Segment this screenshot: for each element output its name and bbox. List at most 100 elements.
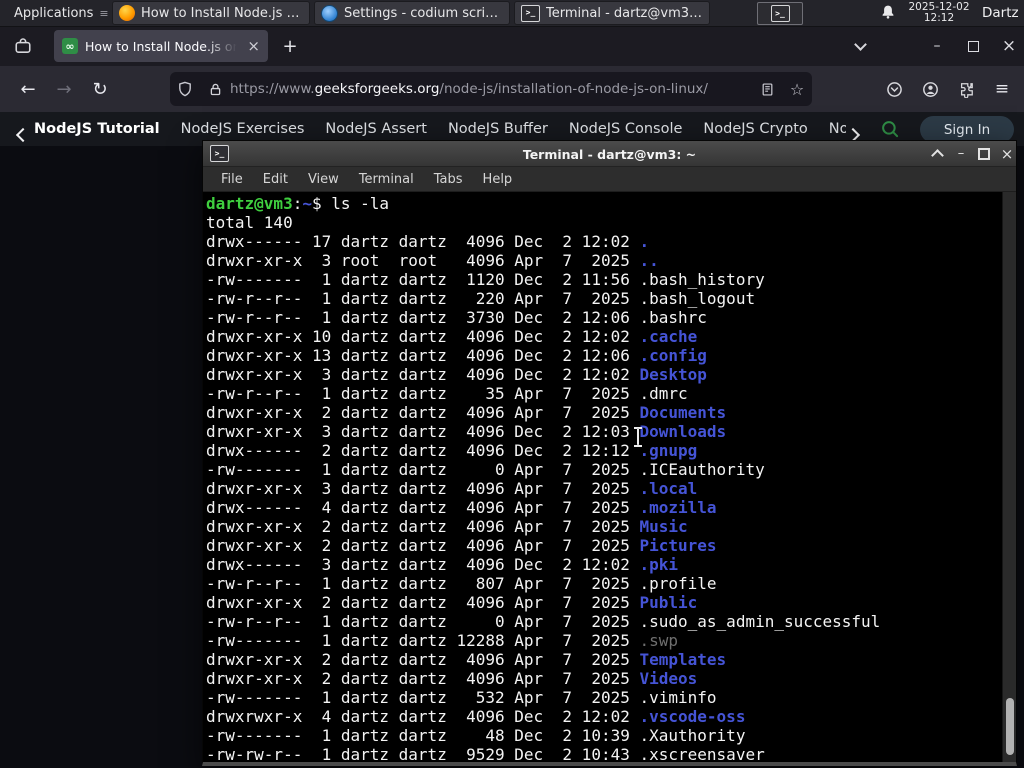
tab-title: How to Install Node.js on <box>85 38 241 54</box>
terminal-close-button[interactable]: × <box>996 143 1018 164</box>
clock[interactable]: 2025-12-02 12:12 <box>901 1 977 25</box>
navigation-toolbar: ← → ↻ https://www.geeksforgeeks.org/node… <box>0 66 1024 113</box>
prompt-line: dartz@vm3:~$ ls -la <box>206 194 390 213</box>
total-line: total 140 <box>206 213 293 232</box>
browser-minimize-button[interactable]: – <box>923 33 951 59</box>
taskbar-window-label: How to Install Node.js o... <box>141 5 303 21</box>
ls-row: drwxr-xr-x 2 dartz dartz 4096 Apr 7 2025… <box>206 536 717 555</box>
ls-row: -rw------- 1 dartz dartz 12288 Apr 7 202… <box>206 631 679 650</box>
ls-row: -rw-r--r-- 1 dartz dartz 220 Apr 7 2025 … <box>206 289 756 308</box>
sign-in-button[interactable]: Sign In <box>920 116 1014 143</box>
geeksforgeeks-favicon: ∞ <box>62 38 78 54</box>
url-bar[interactable]: https://www.geeksforgeeks.org/node-js/in… <box>170 72 812 106</box>
ls-row: drwx------ 17 dartz dartz 4096 Dec 2 12:… <box>206 232 650 251</box>
ls-row: drwx------ 4 dartz dartz 4096 Apr 7 2025… <box>206 498 717 517</box>
back-button[interactable]: ← <box>12 73 44 105</box>
workspace-terminal-thumbnail-icon: >_ <box>770 5 790 22</box>
lock-icon[interactable] <box>200 82 230 97</box>
taskbar-window-firefox[interactable]: How to Install Node.js o... <box>112 1 310 25</box>
ls-row: -rw-r--r-- 1 dartz dartz 35 Apr 7 2025 .… <box>206 384 688 403</box>
applications-menu-button[interactable]: Applications ≡ <box>2 1 110 25</box>
chevron-left-icon <box>15 127 31 143</box>
workspace-switcher[interactable]: >_ <box>757 2 803 25</box>
chevron-down-icon <box>853 37 867 51</box>
user-label: Dartz <box>982 5 1019 21</box>
menu-tabs[interactable]: Tabs <box>424 172 473 187</box>
ls-row: drwxr-xr-x 10 dartz dartz 4096 Dec 2 12:… <box>206 327 698 346</box>
terminal-icon: >_ <box>521 4 540 22</box>
bookmark-star-icon[interactable]: ☆ <box>782 80 812 99</box>
nav-item[interactable]: NodeJS Tutorial <box>34 121 160 137</box>
extensions-icon[interactable] <box>950 73 982 105</box>
ls-row: drwxr-xr-x 3 dartz dartz 4096 Dec 2 12:0… <box>206 422 727 441</box>
reload-button[interactable]: ↻ <box>84 73 116 105</box>
ls-row: -rw------- 1 dartz dartz 532 Apr 7 2025 … <box>206 688 717 707</box>
browser-close-button[interactable]: × <box>995 33 1023 59</box>
user-menu[interactable]: Dartz <box>982 1 1019 25</box>
tab-close-icon[interactable]: × <box>247 38 260 54</box>
text-cursor-pointer <box>632 427 644 447</box>
ls-row: -rw-r--r-- 1 dartz dartz 3730 Dec 2 12:0… <box>206 308 707 327</box>
scrollbar-thumb[interactable] <box>1006 698 1014 755</box>
browser-tab-active[interactable]: ∞ How to Install Node.js on × <box>54 30 268 62</box>
menu-lines-icon: ≡ <box>99 6 108 20</box>
nav-item[interactable]: NodeJS Assert <box>325 121 427 137</box>
nav-scroll-left-button[interactable] <box>15 125 31 144</box>
ls-row: drwxr-xr-x 2 dartz dartz 4096 Apr 7 2025… <box>206 593 698 612</box>
menu-help[interactable]: Help <box>473 172 523 187</box>
pocket-icon[interactable] <box>878 73 910 105</box>
terminal-scrollbar[interactable] <box>1002 192 1016 762</box>
taskbar-window-label: Terminal - dartz@vm3: ~ <box>546 5 703 21</box>
forward-button[interactable]: → <box>48 73 80 105</box>
taskbar-window-terminal[interactable]: >_ Terminal - dartz@vm3: ~ <box>514 1 710 25</box>
desktop: Applications ≡ How to Install Node.js o.… <box>0 0 1024 768</box>
nav-item[interactable]: NodeJS Crypto <box>703 121 807 137</box>
ls-row: drwx------ 2 dartz dartz 4096 Dec 2 12:1… <box>206 441 698 460</box>
maximize-icon <box>967 40 979 52</box>
ls-row: -rw-r--r-- 1 dartz dartz 807 Apr 7 2025 … <box>206 574 717 593</box>
terminal-output[interactable]: dartz@vm3:~$ ls -la total 140 drwx------ 1… <box>204 192 1015 762</box>
site-search-button[interactable] <box>880 119 900 139</box>
menu-view[interactable]: View <box>298 172 349 187</box>
ls-row: drwxr-xr-x 13 dartz dartz 4096 Dec 2 12:… <box>206 346 707 365</box>
firefox-icon <box>119 5 135 21</box>
clock-time: 12:12 <box>923 12 955 24</box>
new-tab-button[interactable]: + <box>278 34 302 58</box>
menu-terminal[interactable]: Terminal <box>349 172 424 187</box>
ls-row: drwxr-xr-x 2 dartz dartz 4096 Apr 7 2025… <box>206 669 698 688</box>
ls-row: -rw------- 1 dartz dartz 0 Apr 7 2025 .I… <box>206 460 765 479</box>
taskbar-window-vscodium[interactable]: Settings - codium script... <box>314 1 510 25</box>
notification-bell-icon[interactable] <box>880 4 898 22</box>
taskbar-window-label: Settings - codium script... <box>344 5 503 21</box>
ls-row: drwxr-xr-x 2 dartz dartz 4096 Apr 7 2025… <box>206 517 688 536</box>
maximize-icon <box>978 147 990 160</box>
ls-row: drwxr-xr-x 2 dartz dartz 4096 Apr 7 2025… <box>206 403 727 422</box>
tab-bar: ∞ How to Install Node.js on × + – × <box>0 26 1024 66</box>
account-icon[interactable] <box>914 73 946 105</box>
nav-item[interactable]: NodeJS Console <box>569 121 683 137</box>
terminal-shade-button[interactable] <box>926 143 948 164</box>
firefox-view-button[interactable] <box>10 33 36 59</box>
chevron-up-icon <box>930 149 944 162</box>
ls-row: -rw------- 1 dartz dartz 48 Dec 2 10:39 … <box>206 726 746 745</box>
ls-row: drwxr-xr-x 3 dartz dartz 4096 Dec 2 12:0… <box>206 365 707 384</box>
reader-mode-icon[interactable] <box>752 82 782 97</box>
nav-item[interactable]: NodeJS DNS <box>829 121 846 137</box>
search-icon <box>882 121 899 138</box>
ls-row: -rw------- 1 dartz dartz 1120 Dec 2 11:5… <box>206 270 765 289</box>
menu-edit[interactable]: Edit <box>253 172 298 187</box>
browser-maximize-button[interactable] <box>959 33 987 59</box>
vscodium-icon <box>321 4 338 22</box>
ls-row: drwxrwxr-x 4 dartz dartz 4096 Dec 2 12:0… <box>206 707 746 726</box>
url-text: https://www.geeksforgeeks.org/node-js/in… <box>230 81 708 97</box>
menu-file[interactable]: File <box>211 172 253 187</box>
menu-hamburger-icon[interactable]: ≡ <box>986 73 1018 105</box>
tracking-shield-icon[interactable] <box>170 81 200 97</box>
terminal-maximize-button[interactable] <box>973 143 995 164</box>
list-all-tabs-button[interactable] <box>846 33 874 59</box>
applications-label: Applications <box>14 5 94 21</box>
terminal-titlebar[interactable]: >_ Terminal - dartz@vm3: ~ – × <box>203 141 1016 167</box>
nav-item[interactable]: NodeJS Buffer <box>448 121 548 137</box>
terminal-minimize-button[interactable]: – <box>950 143 972 164</box>
nav-item[interactable]: NodeJS Exercises <box>181 121 305 137</box>
